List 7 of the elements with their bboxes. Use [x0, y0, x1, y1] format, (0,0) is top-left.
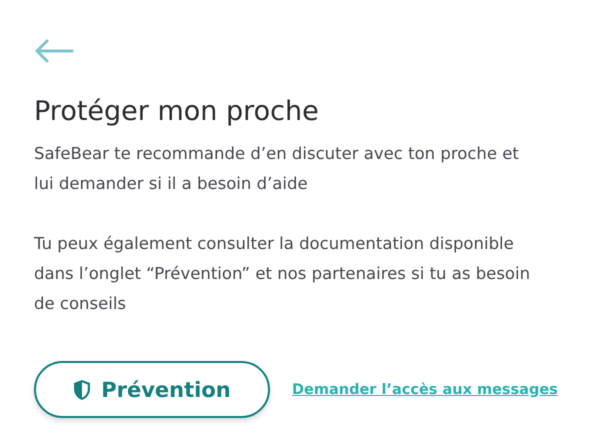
prevention-button[interactable]: Prévention [34, 361, 270, 418]
request-access-link[interactable]: Demander l’accès aux messages [292, 382, 558, 398]
body-paragraph: Tu peux également consulter la documentation disponible dans l’onglet “Prévention” et nos partenaires si tu as besoin de conseils [34, 233, 532, 315]
shield-icon [73, 378, 92, 400]
page-title: Protéger mon proche [34, 96, 320, 127]
back-arrow-icon[interactable] [34, 38, 74, 64]
body-paragraph: SafeBear te recommande d’en discuter avec ton proche et lui demander si il a besoin d’aide [34, 143, 520, 195]
